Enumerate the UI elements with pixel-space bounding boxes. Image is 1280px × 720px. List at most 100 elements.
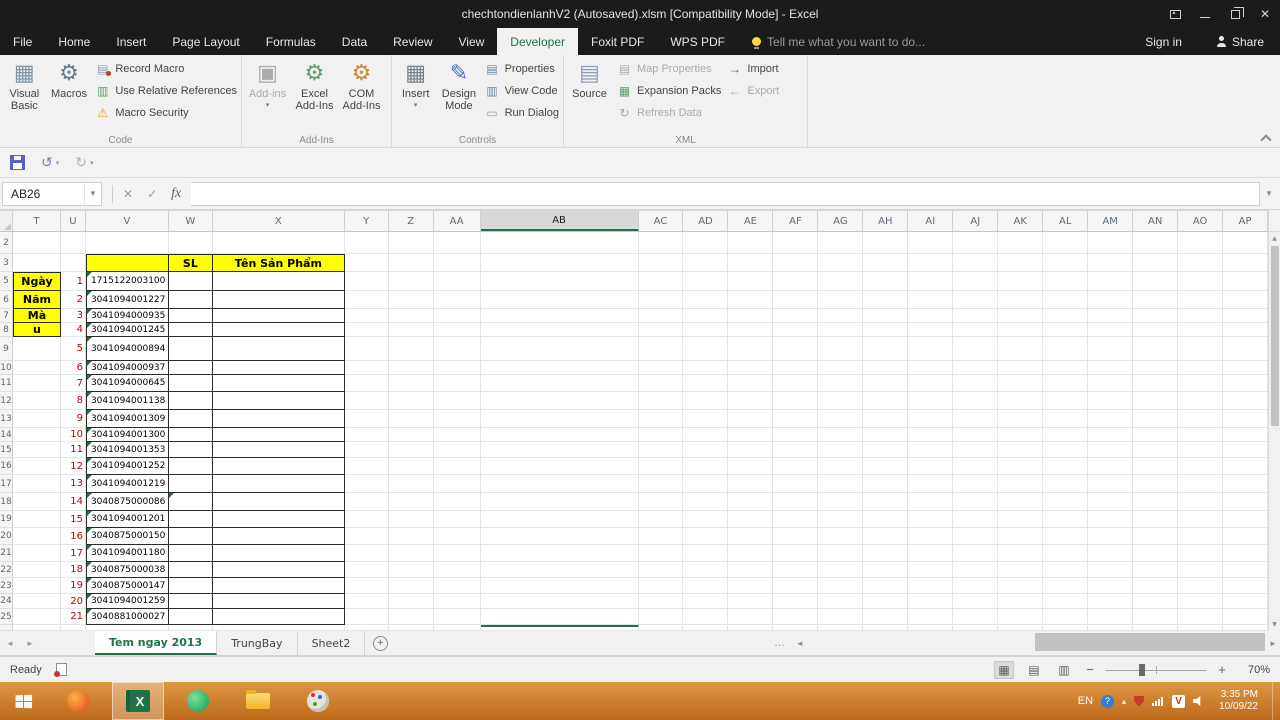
cell-AO3[interactable]: [1178, 254, 1223, 272]
cell-AH22[interactable]: [863, 562, 908, 578]
cell-AH12[interactable]: [863, 392, 908, 410]
cell-AA19[interactable]: [434, 511, 481, 528]
cell-AA21[interactable]: [434, 545, 481, 562]
cell-AE24[interactable]: [728, 594, 773, 609]
cell-W7[interactable]: [169, 309, 213, 323]
cell-AP10[interactable]: [1223, 361, 1268, 375]
cell-AE5[interactable]: [728, 272, 773, 291]
insert-control-button[interactable]: ▦Insert▾: [394, 57, 437, 131]
cell-AK22[interactable]: [998, 562, 1043, 578]
cell-AJ18[interactable]: [953, 493, 998, 511]
cell-AO23[interactable]: [1178, 578, 1223, 594]
enter-entry-icon[interactable]: ✓: [147, 187, 157, 201]
cell-AA12[interactable]: [434, 392, 481, 410]
cell-AL6[interactable]: [1043, 291, 1088, 309]
cell-AK17[interactable]: [998, 475, 1043, 493]
cell-Z5[interactable]: [389, 272, 434, 291]
column-header-AB[interactable]: AB: [481, 211, 639, 231]
column-header-X[interactable]: X: [213, 211, 345, 231]
cell-Y14[interactable]: [345, 428, 389, 442]
cell-AK25[interactable]: [998, 609, 1043, 625]
cell-AO7[interactable]: [1178, 309, 1223, 323]
cell-AM10[interactable]: [1088, 361, 1133, 375]
cell-AD20[interactable]: [683, 528, 728, 545]
cell-AD23[interactable]: [683, 578, 728, 594]
cell-AI5[interactable]: [908, 272, 953, 291]
cell-AE21[interactable]: [728, 545, 773, 562]
cell-AK14[interactable]: [998, 428, 1043, 442]
cell-AL14[interactable]: [1043, 428, 1088, 442]
cell-AP15[interactable]: [1223, 442, 1268, 458]
zoom-level[interactable]: 70%: [1238, 664, 1270, 676]
row-header-11[interactable]: 11: [0, 375, 13, 392]
cell-AA17[interactable]: [434, 475, 481, 493]
cell-AE9[interactable]: [728, 337, 773, 361]
cell-V11[interactable]: 3041094000645: [86, 375, 169, 392]
cell-AE22[interactable]: [728, 562, 773, 578]
cell-Y18[interactable]: [345, 493, 389, 511]
cell-V18[interactable]: 3040875000086: [86, 493, 169, 511]
cell-X17[interactable]: [213, 475, 345, 493]
cell-AD14[interactable]: [683, 428, 728, 442]
cell-AF21[interactable]: [773, 545, 818, 562]
cell-Z24[interactable]: [389, 594, 434, 609]
cell-AE20[interactable]: [728, 528, 773, 545]
cell-AN14[interactable]: [1133, 428, 1178, 442]
cell-Z19[interactable]: [389, 511, 434, 528]
minimize-button[interactable]: [1190, 0, 1220, 28]
cell-AJ2[interactable]: [953, 232, 998, 254]
cell-AA14[interactable]: [434, 428, 481, 442]
cell-AE3[interactable]: [728, 254, 773, 272]
cell-AA9[interactable]: [434, 337, 481, 361]
cell-AD15[interactable]: [683, 442, 728, 458]
cell-V3[interactable]: [86, 254, 169, 272]
ribbon-tab-page-layout[interactable]: Page Layout: [159, 28, 252, 55]
cell-AK6[interactable]: [998, 291, 1043, 309]
cell-AJ15[interactable]: [953, 442, 998, 458]
row-header-9[interactable]: 9: [0, 337, 13, 361]
cell-Y3[interactable]: [345, 254, 389, 272]
cell-T14[interactable]: [13, 428, 61, 442]
cell-AL7[interactable]: [1043, 309, 1088, 323]
column-header-AI[interactable]: AI: [908, 211, 953, 231]
taskbar-app-browser[interactable]: [52, 682, 104, 720]
cell-V13[interactable]: 3041094001309: [86, 410, 169, 428]
cell-Y12[interactable]: [345, 392, 389, 410]
cell-AG11[interactable]: [818, 375, 863, 392]
column-header-AO[interactable]: AO: [1178, 211, 1223, 231]
cell-U17[interactable]: 13: [61, 475, 86, 493]
cell-AK20[interactable]: [998, 528, 1043, 545]
column-header-AA[interactable]: AA: [434, 211, 481, 231]
cell-AN17[interactable]: [1133, 475, 1178, 493]
cell-T9[interactable]: [13, 337, 61, 361]
cell-AA7[interactable]: [434, 309, 481, 323]
cell-AB15[interactable]: [481, 442, 639, 458]
cell-W17[interactable]: [169, 475, 213, 493]
cell-AA24[interactable]: [434, 594, 481, 609]
cell-AG21[interactable]: [818, 545, 863, 562]
cell-T5[interactable]: Ngày: [13, 272, 61, 291]
cell-AD25[interactable]: [683, 609, 728, 625]
row-header-2[interactable]: 2: [0, 232, 13, 254]
cell-AB21[interactable]: [481, 545, 639, 562]
cell-AD19[interactable]: [683, 511, 728, 528]
cell-AD9[interactable]: [683, 337, 728, 361]
cell-U13[interactable]: 9: [61, 410, 86, 428]
cell-V17[interactable]: 3041094001219: [86, 475, 169, 493]
cell-AD12[interactable]: [683, 392, 728, 410]
cell-V7[interactable]: 3041094000935: [86, 309, 169, 323]
ribbon-tab-developer[interactable]: Developer: [497, 28, 578, 55]
cell-AI24[interactable]: [908, 594, 953, 609]
cell-AE18[interactable]: [728, 493, 773, 511]
cell-AN22[interactable]: [1133, 562, 1178, 578]
cell-AC19[interactable]: [639, 511, 684, 528]
cell-AD22[interactable]: [683, 562, 728, 578]
cell-W22[interactable]: [169, 562, 213, 578]
cell-AH11[interactable]: [863, 375, 908, 392]
cell-Y22[interactable]: [345, 562, 389, 578]
cell-T19[interactable]: [13, 511, 61, 528]
cell-V5[interactable]: 1715122003100: [86, 272, 169, 291]
column-header-AC[interactable]: AC: [639, 211, 684, 231]
scroll-down-button[interactable]: ▼: [1269, 618, 1280, 631]
cell-AD17[interactable]: [683, 475, 728, 493]
